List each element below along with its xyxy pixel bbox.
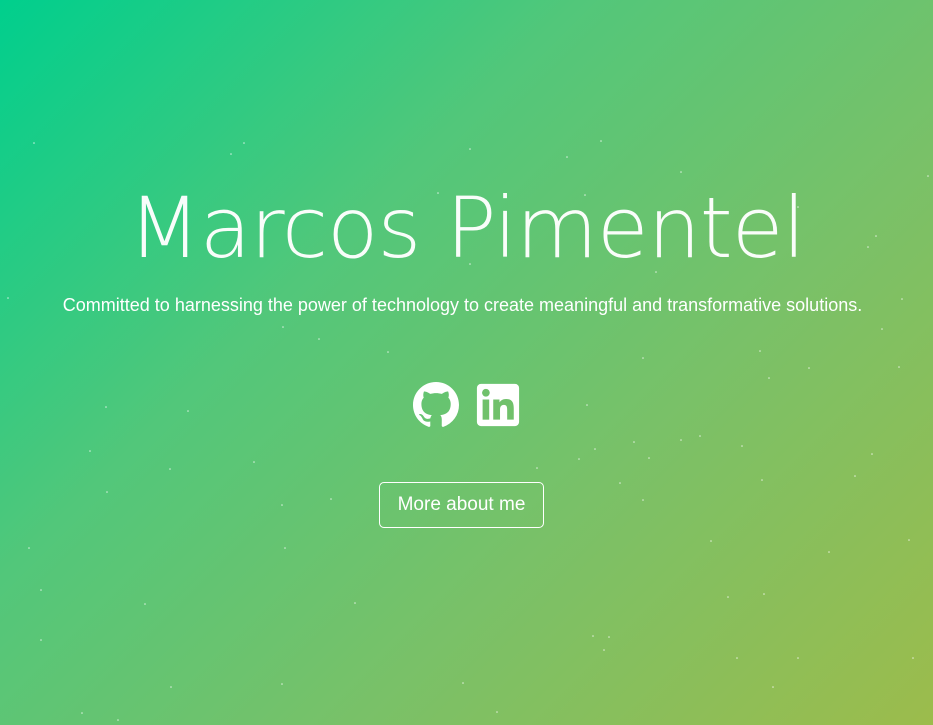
linkedin-icon (476, 383, 519, 427)
github-link[interactable] (412, 382, 459, 428)
more-about-me-button[interactable]: More about me (379, 482, 544, 528)
social-links (0, 382, 933, 430)
hero-section: Marcos Pimentel Committed to harnessing … (0, 0, 933, 725)
github-icon (412, 382, 459, 427)
hero-name: Marcos Pimentel (128, 179, 806, 277)
starfield-background (7, 140, 929, 721)
linkedin-link[interactable] (475, 382, 521, 428)
hero-tagline: Committed to harnessing the power of tec… (62, 295, 863, 315)
